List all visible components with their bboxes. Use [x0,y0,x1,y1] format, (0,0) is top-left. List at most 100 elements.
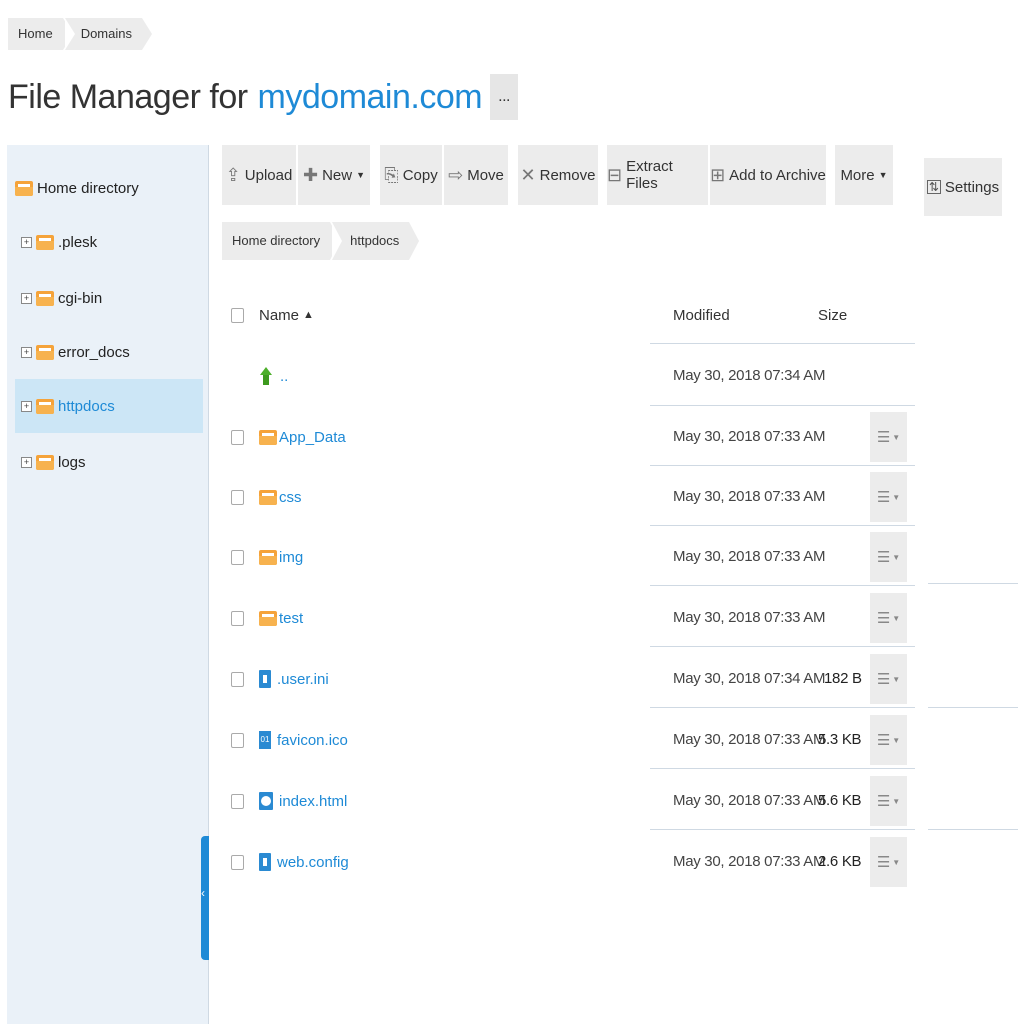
table-row[interactable]: test May 30, 2018 07:33 AM ☰ ▼ [222,588,912,648]
path-httpdocs[interactable]: httpdocs [332,222,420,260]
extract-files-button[interactable]: ⊟ Extract Files [607,145,708,205]
expand-icon[interactable]: + [21,400,32,412]
copy-button[interactable]: ⎘ Copy [380,145,442,205]
file-size: 182 B [824,670,862,687]
chevron-down-icon: ▼ [892,674,901,684]
row-menu-button[interactable]: ☰ ▼ [870,412,907,462]
divider [928,707,1018,708]
table-row[interactable]: index.html May 30, 2018 07:33 AM 5.6 KB … [222,771,912,831]
table-row[interactable]: img May 30, 2018 07:33 AM ☰ ▼ [222,527,912,587]
column-header-size[interactable]: Size [818,290,847,340]
row-checkbox[interactable] [231,550,244,565]
row-menu-button[interactable]: ☰ ▼ [870,837,907,887]
settings-icon: ⇅ [926,180,941,194]
row-checkbox[interactable] [231,733,244,748]
row-menu-button[interactable]: ☰ ▼ [870,472,907,522]
file-size: 5.6 KB [818,792,862,809]
column-header-modified[interactable]: Modified [673,290,730,340]
path-home-directory[interactable]: Home directory [222,222,341,260]
file-name-label: .user.ini [277,670,329,688]
file-name[interactable]: .. [260,346,288,406]
tree-item-httpdocs[interactable]: + httpdocs [15,379,203,433]
folder-icon [36,290,54,306]
tree-item-plesk[interactable]: + .plesk [15,215,203,269]
upload-icon: ⇪ [225,164,241,185]
settings-button[interactable]: ⇅ Settings [924,158,1002,216]
table-row[interactable]: App_Data May 30, 2018 07:33 AM ☰ ▼ [222,407,912,467]
page-title-domain[interactable]: mydomain.com [258,78,483,117]
breadcrumb-home[interactable]: Home [8,18,73,50]
file-name[interactable]: index.html [259,771,347,831]
file-name[interactable]: 01 favicon.ico [259,710,348,770]
modified-date: May 30, 2018 07:33 AM [673,488,826,505]
expand-icon[interactable]: + [21,292,32,304]
new-button[interactable]: ✚ New ▼ [298,145,370,205]
expand-icon[interactable]: + [21,346,32,358]
breadcrumb-domains[interactable]: Domains [64,18,153,50]
expand-icon[interactable]: + [21,456,32,468]
file-name-label: test [279,609,304,627]
column-header-name[interactable]: Name ▲ [259,290,314,340]
expand-icon[interactable]: + [21,236,32,248]
row-menu-button[interactable]: ☰ ▼ [870,715,907,765]
file-name[interactable]: test [259,588,303,648]
tree-item-label: .plesk [58,233,98,251]
chevron-down-icon: ▼ [892,796,901,806]
row-checkbox[interactable] [231,855,244,870]
row-checkbox[interactable] [231,672,244,687]
file-name[interactable]: .user.ini [259,649,329,709]
row-checkbox[interactable] [231,490,244,505]
tree-item-home-directory[interactable]: Home directory [15,161,203,215]
table-row[interactable]: .. May 30, 2018 07:34 AM [222,346,912,406]
table-row[interactable]: css May 30, 2018 07:33 AM ☰ ▼ [222,467,912,527]
divider [650,707,915,708]
parent-directory-icon [260,367,272,385]
file-name-label: .. [280,367,289,385]
more-button[interactable]: More ▼ [835,145,893,205]
select-all-checkbox[interactable] [231,307,244,323]
binary-file-icon: 01 [259,731,271,749]
row-checkbox[interactable] [231,794,244,809]
move-button[interactable]: ⇨ Move [444,145,508,205]
tree-item-logs[interactable]: + logs [15,435,203,489]
settings-label: Settings [944,178,1000,196]
file-name[interactable]: App_Data [259,407,346,467]
file-name[interactable]: img [259,527,303,587]
tree-item-error-docs[interactable]: + error_docs [15,325,203,379]
row-menu-button[interactable]: ☰ ▼ [870,654,907,704]
more-options-button[interactable]: ... [490,74,519,120]
chevron-down-icon: ▼ [892,552,901,562]
upload-label: Upload [244,166,293,184]
file-name-label: index.html [279,792,348,810]
row-menu-button[interactable]: ☰ ▼ [870,593,907,643]
copy-label: Copy [402,166,438,184]
tree-item-label: error_docs [58,343,130,361]
file-name[interactable]: web.config [259,832,349,892]
extract-icon: ⊟ [607,164,623,185]
tree-item-cgi-bin[interactable]: + cgi-bin [15,271,203,325]
menu-icon: ☰ [876,854,891,871]
add-to-archive-button[interactable]: ⊞ Add to Archive [710,145,826,205]
table-row[interactable]: web.config May 30, 2018 07:33 AM 2.6 KB … [222,832,912,892]
directory-tree: Home directory + .plesk + cgi-bin + erro… [7,145,209,1024]
chevron-down-icon: ▼ [892,432,901,442]
arrow-right-icon: ⇨ [448,164,464,185]
file-name-label: favicon.ico [277,731,348,749]
chevron-down-icon: ▼ [878,170,888,180]
file-name[interactable]: css [259,467,302,527]
web-file-icon [259,792,273,810]
plus-icon: ✚ [302,164,319,185]
table-row[interactable]: .user.ini May 30, 2018 07:34 AM 182 B ☰ ▼ [222,649,912,709]
row-checkbox[interactable] [231,611,244,626]
row-checkbox[interactable] [231,430,244,445]
row-menu-button[interactable]: ☰ ▼ [870,776,907,826]
table-row[interactable]: 01 favicon.ico May 30, 2018 07:33 AM 5.3… [222,710,912,770]
copy-icon: ⎘ [384,164,399,185]
modified-date: May 30, 2018 07:33 AM [673,853,826,870]
sidebar-collapse-handle[interactable] [201,836,209,960]
upload-button[interactable]: ⇪ Upload [222,145,296,205]
more-label: More [840,166,875,184]
menu-icon: ☰ [876,793,891,810]
remove-button[interactable]: ✕ Remove [518,145,598,205]
row-menu-button[interactable]: ☰ ▼ [870,532,907,582]
